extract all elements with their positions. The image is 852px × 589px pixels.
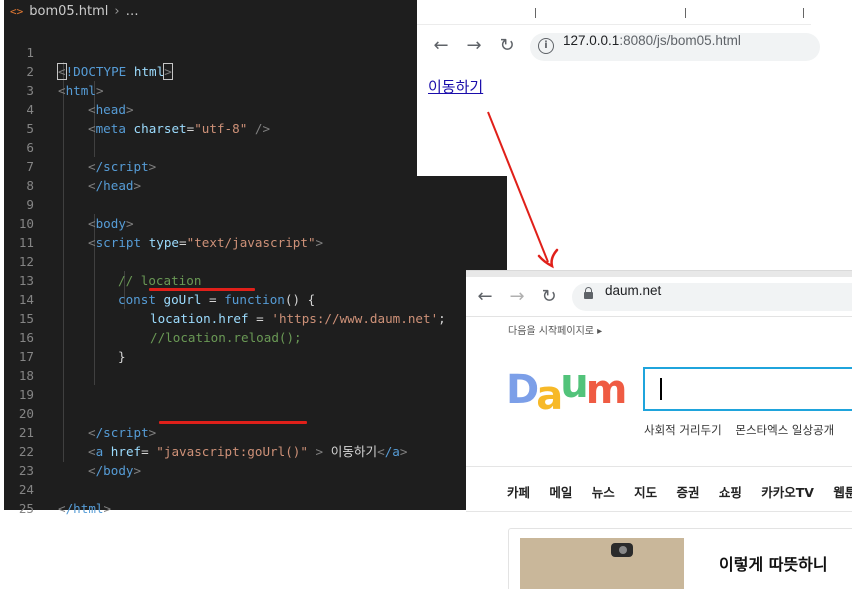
back-arrow-icon[interactable]: ← — [473, 285, 497, 309]
nav-item-news[interactable]: 뉴스 — [592, 485, 615, 500]
logo-letter: a — [536, 373, 563, 419]
text-caret — [660, 378, 662, 400]
reload-icon[interactable]: ↻ — [537, 285, 561, 309]
divider — [466, 511, 852, 512]
address-url[interactable]: daum.net — [605, 283, 661, 298]
trending-keyword[interactable]: 몬스타엑스 일상공개 — [735, 423, 834, 437]
nav-item-shopping[interactable]: 쇼핑 — [719, 485, 742, 500]
arrow-line — [487, 111, 549, 263]
nav-item-mail[interactable]: 메일 — [549, 485, 572, 500]
arrow-head — [537, 248, 559, 269]
lock-icon[interactable] — [584, 287, 593, 299]
tab-strip[interactable] — [466, 270, 852, 277]
logo-letter: D — [506, 367, 539, 413]
news-card[interactable]: 이렇게 따뜻하니 — [508, 528, 852, 589]
nav-item-map[interactable]: 지도 — [634, 485, 657, 500]
camera-lens-icon — [619, 546, 627, 554]
nav-item-webtoon[interactable]: 웹툰 — [833, 485, 852, 500]
forward-arrow-icon[interactable]: → — [505, 285, 529, 309]
main-nav: 카페 메일 뉴스 지도 증권 쇼핑 카카오TV 웹툰 — [507, 482, 852, 501]
trending-keyword[interactable]: 사회적 거리두기 — [644, 423, 722, 437]
browser-window-daum: ← → ↻ daum.net 다음을 시작페이지로 ▸ Daum 사회적 거리두… — [466, 270, 852, 589]
nav-item-kakaotv[interactable]: 카카오TV — [761, 485, 814, 500]
logo-letter: u — [560, 361, 589, 407]
divider — [466, 466, 852, 467]
news-thumbnail[interactable] — [520, 538, 684, 589]
address-bar[interactable]: daum.net — [572, 283, 852, 311]
nav-item-stock[interactable]: 증권 — [677, 485, 700, 500]
trending-keywords: 사회적 거리두기 몬스타엑스 일상공개 — [644, 422, 844, 438]
browser-toolbar: ← → ↻ daum.net — [466, 278, 852, 317]
nav-item-cafe[interactable]: 카페 — [507, 485, 530, 500]
set-startpage-link[interactable]: 다음을 시작페이지로 ▸ — [508, 322, 602, 337]
news-headline[interactable]: 이렇게 따뜻하니 — [719, 551, 828, 575]
search-input[interactable] — [643, 367, 852, 411]
logo-letter: m — [585, 367, 628, 413]
daum-logo[interactable]: Daum — [506, 362, 628, 418]
